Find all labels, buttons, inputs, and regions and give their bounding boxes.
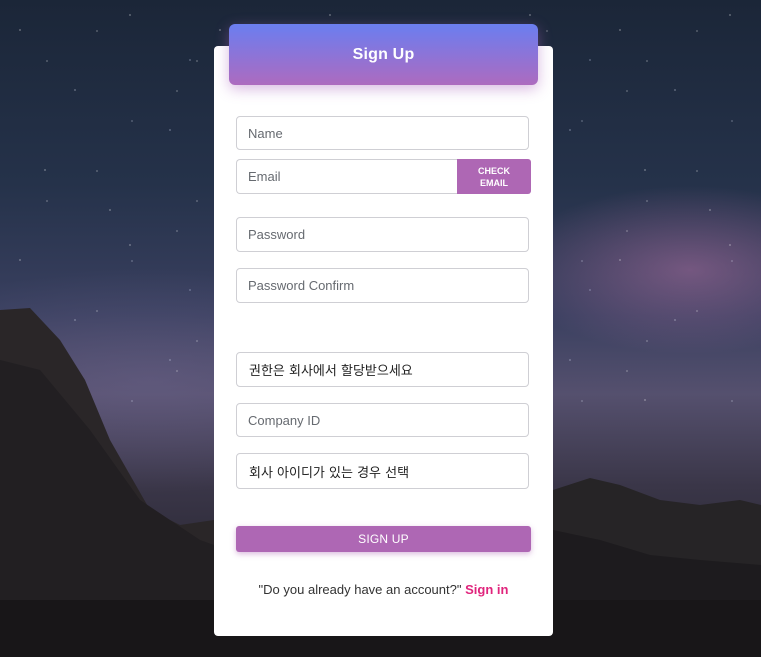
- check-email-label-line1: CHECK: [477, 165, 510, 176]
- password-confirm-input[interactable]: [237, 269, 528, 302]
- check-email-button[interactable]: CHECK EMAIL: [457, 159, 531, 194]
- signin-prompt: "Do you already have an account?" Sign i…: [214, 582, 553, 597]
- signin-prompt-text: "Do you already have an account?": [258, 582, 462, 597]
- role-select[interactable]: 권한은 회사에서 할당받으세요: [236, 352, 529, 387]
- name-input[interactable]: [237, 117, 528, 149]
- sign-up-button-label: SIGN UP: [358, 532, 409, 546]
- signin-link[interactable]: Sign in: [465, 582, 508, 597]
- role-select-value: 권한은 회사에서 할당받으세요: [249, 364, 413, 379]
- password-confirm-field[interactable]: [236, 268, 529, 303]
- signup-header: Sign Up: [229, 24, 538, 85]
- check-email-label-line2: EMAIL: [480, 177, 508, 188]
- page-title: Sign Up: [352, 45, 415, 63]
- email-input[interactable]: [237, 160, 458, 193]
- company-id-input[interactable]: [237, 404, 528, 436]
- name-field[interactable]: [236, 116, 529, 150]
- password-input[interactable]: [237, 218, 528, 251]
- email-field[interactable]: [236, 159, 458, 194]
- sign-up-button[interactable]: SIGN UP: [236, 526, 531, 552]
- password-field[interactable]: [236, 217, 529, 252]
- company-select-value: 회사 아이디가 있는 경우 선택: [249, 465, 410, 481]
- company-select[interactable]: 회사 아이디가 있는 경우 선택: [236, 453, 529, 489]
- company-id-field[interactable]: [236, 403, 529, 437]
